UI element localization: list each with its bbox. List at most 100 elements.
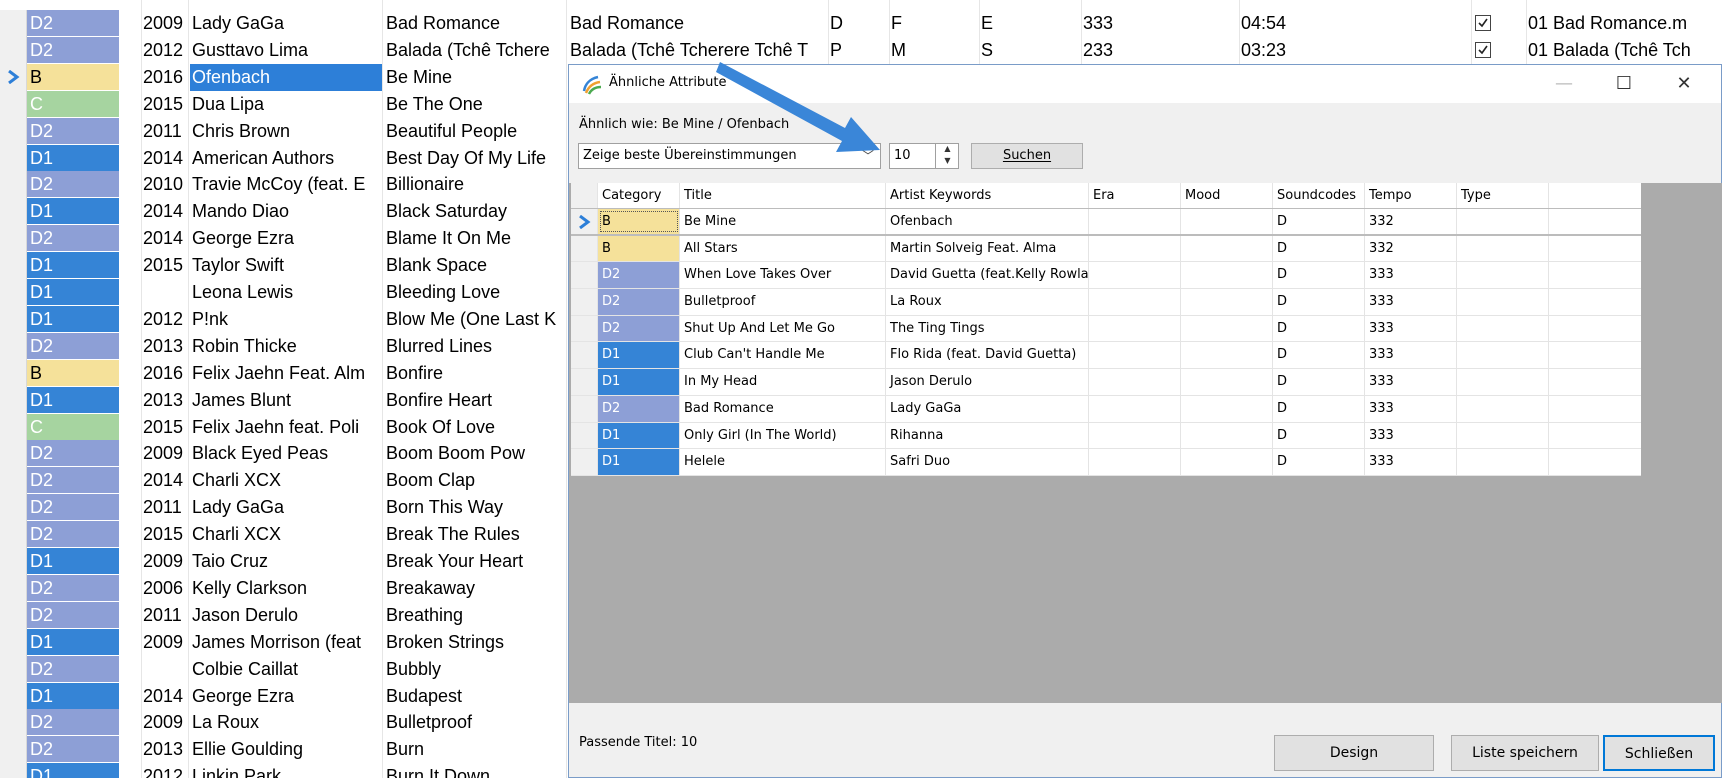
- year-cell[interactable]: 2015: [143, 414, 188, 441]
- title-cell[interactable]: Burn: [384, 736, 568, 763]
- title-cell[interactable]: Breakaway: [384, 575, 568, 602]
- artist-cell[interactable]: Ellie Goulding: [190, 736, 382, 763]
- category-cell[interactable]: D1: [27, 763, 119, 778]
- title-cell[interactable]: Born This Way: [384, 494, 568, 521]
- row-indicator[interactable]: [0, 198, 27, 226]
- title-cell[interactable]: Beautiful People: [384, 118, 568, 145]
- year-cell[interactable]: 2013: [143, 333, 188, 360]
- duration-cell[interactable]: 03:23: [1241, 37, 1311, 64]
- category-cell[interactable]: D2: [27, 521, 119, 549]
- row-indicator[interactable]: [0, 736, 27, 764]
- category-cell[interactable]: D2: [27, 736, 119, 764]
- type-cell[interactable]: [1457, 395, 1549, 422]
- category-cell[interactable]: D2: [27, 225, 119, 253]
- result-row[interactable]: D2 When Love Takes Over David Guetta (feat…: [571, 262, 1641, 290]
- title-cell[interactable]: Break Your Heart: [384, 548, 568, 575]
- category-cell[interactable]: D2: [598, 262, 680, 289]
- category-cell[interactable]: D1: [27, 548, 119, 575]
- row-indicator[interactable]: [0, 655, 27, 683]
- number-cell[interactable]: 233: [1083, 37, 1143, 64]
- spin-up-icon[interactable]: ▲: [936, 143, 959, 155]
- column-header-category[interactable]: Category: [598, 183, 680, 208]
- year-cell[interactable]: 2012: [143, 306, 188, 333]
- type-cell[interactable]: [1457, 449, 1549, 475]
- artist-cell[interactable]: George Ezra: [190, 683, 382, 710]
- year-cell[interactable]: 2010: [143, 171, 188, 198]
- title-cell[interactable]: Broken Strings: [384, 629, 568, 656]
- row-indicator[interactable]: [571, 342, 598, 369]
- artist-keywords-cell[interactable]: Jason Derulo: [886, 369, 1089, 395]
- title-cell[interactable]: In My Head: [680, 369, 886, 395]
- spin-down-icon[interactable]: ▼: [936, 155, 959, 167]
- row-indicator[interactable]: [0, 171, 27, 199]
- mood-cell[interactable]: [1181, 422, 1273, 449]
- row-indicator[interactable]: [0, 252, 27, 280]
- row-indicator[interactable]: [0, 332, 27, 360]
- title-cell[interactable]: Blurred Lines: [384, 333, 568, 360]
- era-cell[interactable]: [1089, 342, 1181, 369]
- title-cell[interactable]: Be Mine: [384, 64, 568, 91]
- soundcodes-cell[interactable]: D: [1273, 342, 1365, 369]
- attribute-cell[interactable]: D: [830, 10, 870, 37]
- tempo-cell[interactable]: 333: [1365, 449, 1457, 475]
- artist-keywords-cell[interactable]: Flo Rida (feat. David Guetta): [886, 342, 1089, 369]
- song-row[interactable]: D2 2009 Lady GaGa Bad Romance Bad Romance D F E…: [0, 10, 1722, 37]
- artist-cell[interactable]: P!nk: [190, 306, 382, 333]
- tempo-cell[interactable]: 333: [1365, 422, 1457, 449]
- year-cell[interactable]: 2015: [143, 252, 188, 279]
- category-cell[interactable]: D2: [598, 289, 680, 315]
- era-cell[interactable]: [1089, 449, 1181, 475]
- row-indicator[interactable]: [0, 521, 27, 549]
- result-row[interactable]: D1 Helele Safri Duo D 333: [571, 449, 1641, 476]
- song-row[interactable]: D2 2012 Gusttavo Lima Balada (Tchê Tchere Ba…: [0, 36, 1722, 64]
- row-indicator[interactable]: [571, 262, 598, 289]
- mood-cell[interactable]: [1181, 315, 1273, 342]
- artist-cell[interactable]: Mando Diao: [190, 198, 382, 225]
- era-cell[interactable]: [1089, 369, 1181, 395]
- artist-cell[interactable]: Black Eyed Peas: [190, 440, 382, 467]
- year-cell[interactable]: 2011: [143, 494, 188, 521]
- attribute-cell[interactable]: M: [891, 37, 931, 64]
- category-cell[interactable]: B: [598, 209, 680, 234]
- era-cell[interactable]: [1089, 209, 1181, 234]
- year-cell[interactable]: [143, 656, 188, 683]
- row-indicator[interactable]: [0, 628, 27, 656]
- year-cell[interactable]: 2014: [143, 145, 188, 172]
- artist-cell[interactable]: Ofenbach: [190, 63, 382, 91]
- category-cell[interactable]: D2: [27, 171, 119, 199]
- title-cell[interactable]: Bubbly: [384, 656, 568, 683]
- category-cell[interactable]: D2: [27, 574, 119, 602]
- category-cell[interactable]: D2: [27, 709, 119, 737]
- soundcodes-cell[interactable]: D: [1273, 449, 1365, 475]
- title-cell[interactable]: Balada (Tchê Tchere: [384, 37, 568, 64]
- artist-cell[interactable]: American Authors: [190, 145, 382, 172]
- era-cell[interactable]: [1089, 315, 1181, 342]
- type-cell[interactable]: [1457, 342, 1549, 369]
- result-row[interactable]: D1 In My Head Jason Derulo D 333: [571, 369, 1641, 396]
- row-indicator[interactable]: [0, 413, 27, 441]
- artist-cell[interactable]: Taylor Swift: [190, 252, 382, 279]
- category-cell[interactable]: D1: [598, 422, 680, 449]
- year-cell[interactable]: 2011: [143, 118, 188, 145]
- row-indicator[interactable]: [571, 315, 598, 342]
- row-indicator[interactable]: [571, 449, 598, 475]
- artist-keywords-cell[interactable]: Ofenbach: [886, 209, 1089, 234]
- artist-cell[interactable]: Leona Lewis: [190, 279, 382, 306]
- title-cell[interactable]: Bonfire Heart: [384, 387, 568, 414]
- artist-cell[interactable]: Felix Jaehn Feat. Alm: [190, 360, 382, 387]
- artist-cell[interactable]: Charli XCX: [190, 521, 382, 548]
- tempo-cell[interactable]: 333: [1365, 315, 1457, 342]
- row-indicator[interactable]: [0, 440, 27, 468]
- year-cell[interactable]: 2012: [143, 763, 188, 778]
- row-indicator[interactable]: [0, 574, 27, 602]
- soundcodes-cell[interactable]: D: [1273, 395, 1365, 422]
- column-header-era[interactable]: Era: [1089, 183, 1181, 208]
- title-2-cell[interactable]: Balada (Tchê Tcherere Tchê T: [568, 37, 830, 64]
- row-indicator[interactable]: [571, 209, 598, 234]
- category-cell[interactable]: D2: [27, 440, 119, 468]
- minimize-button[interactable]: —: [1534, 65, 1594, 103]
- title-cell[interactable]: Bulletproof: [384, 709, 568, 736]
- duration-cell[interactable]: 04:54: [1241, 10, 1311, 37]
- row-indicator[interactable]: [0, 494, 27, 522]
- category-cell[interactable]: D1: [27, 144, 119, 172]
